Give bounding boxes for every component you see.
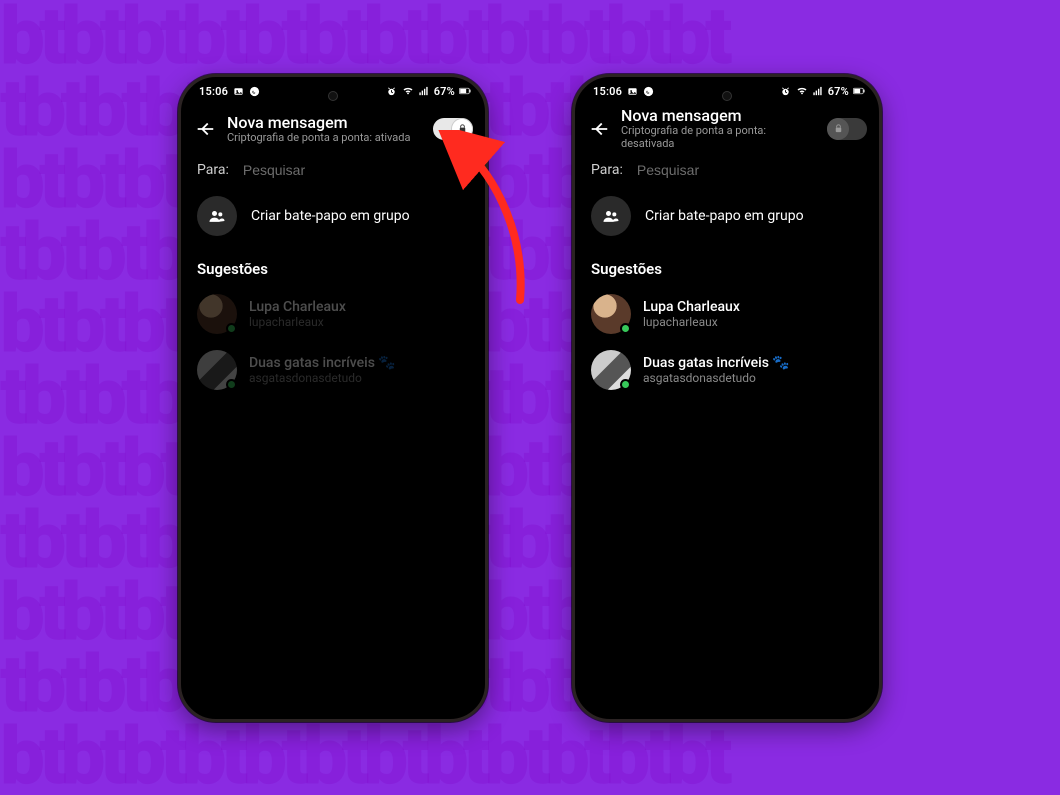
camera-notch bbox=[722, 91, 732, 101]
presence-dot bbox=[226, 323, 237, 334]
lock-icon bbox=[457, 123, 468, 134]
contact-handle: asgatasdonasdetudo bbox=[249, 371, 396, 385]
header: Nova mensagem Criptografia de ponta a po… bbox=[575, 102, 879, 152]
contact-handle: lupacharleaux bbox=[643, 315, 740, 329]
signal-icon bbox=[418, 85, 430, 97]
contact-name: Lupa Charleaux bbox=[249, 299, 346, 315]
wifi-icon bbox=[402, 85, 414, 97]
header: Nova mensagem Criptografia de ponta a po… bbox=[181, 102, 485, 152]
contact-name: Duas gatas incríveis 🐾 bbox=[643, 355, 790, 371]
presence-dot bbox=[620, 323, 631, 334]
encryption-toggle[interactable] bbox=[827, 118, 867, 140]
header-title-column: Nova mensagem Criptografia de ponta a po… bbox=[227, 113, 423, 145]
to-row: Para: bbox=[575, 152, 879, 186]
status-right: 67% bbox=[780, 85, 865, 98]
to-row: Para: bbox=[181, 152, 485, 186]
alarm-icon bbox=[386, 85, 398, 97]
phone-right: 15:06 67% bbox=[572, 74, 882, 722]
status-time: 15:06 bbox=[199, 85, 228, 98]
encryption-toggle[interactable] bbox=[433, 118, 473, 140]
lock-icon bbox=[833, 123, 844, 134]
create-group-row[interactable]: Criar bate-papo em grupo bbox=[575, 186, 879, 246]
group-icon-circle bbox=[197, 196, 237, 236]
page-subtitle: Criptografia de ponta a ponta: ativada bbox=[227, 132, 423, 145]
battery-icon bbox=[853, 85, 865, 97]
suggestions-list: Lupa Charleaux lupacharleaux Duas gatas … bbox=[181, 286, 485, 398]
contact-name: Duas gatas incríveis 🐾 bbox=[249, 355, 396, 371]
suggestions-list: Lupa Charleaux lupacharleaux Duas gatas … bbox=[575, 286, 879, 398]
back-button[interactable] bbox=[193, 117, 217, 141]
phone-left: 15:06 67% bbox=[178, 74, 488, 722]
avatar bbox=[591, 294, 631, 334]
camera-notch bbox=[328, 91, 338, 101]
page-title: Nova mensagem bbox=[621, 106, 817, 125]
image-icon bbox=[626, 85, 638, 97]
toggle-knob bbox=[827, 118, 849, 140]
group-icon-circle bbox=[591, 196, 631, 236]
battery-icon bbox=[459, 85, 471, 97]
suggestions-title: Sugestões bbox=[181, 246, 485, 286]
whatsapp-icon bbox=[248, 85, 260, 97]
status-left: 15:06 bbox=[199, 85, 260, 98]
alarm-icon bbox=[780, 85, 792, 97]
page-subtitle: Criptografia de ponta a ponta: desativad… bbox=[621, 125, 817, 150]
create-group-label: Criar bate-papo em grupo bbox=[645, 208, 804, 224]
group-icon bbox=[601, 206, 621, 226]
header-title-column: Nova mensagem Criptografia de ponta a po… bbox=[621, 106, 817, 150]
wifi-icon bbox=[796, 85, 808, 97]
contact-row[interactable]: Duas gatas incríveis 🐾 asgatasdonasdetud… bbox=[575, 342, 879, 398]
contact-handle: asgatasdonasdetudo bbox=[643, 371, 790, 385]
stage: 15:06 67% bbox=[0, 0, 1060, 795]
presence-dot bbox=[226, 379, 237, 390]
group-icon bbox=[207, 206, 227, 226]
toggle-knob bbox=[451, 118, 473, 140]
to-label: Para: bbox=[591, 162, 623, 178]
signal-icon bbox=[812, 85, 824, 97]
status-left: 15:06 bbox=[593, 85, 654, 98]
image-icon bbox=[232, 85, 244, 97]
search-input[interactable] bbox=[637, 162, 863, 178]
status-right: 67% bbox=[386, 85, 471, 98]
contact-row[interactable]: Lupa Charleaux lupacharleaux bbox=[575, 286, 879, 342]
contact-handle: lupacharleaux bbox=[249, 315, 346, 329]
whatsapp-icon bbox=[642, 85, 654, 97]
page-title: Nova mensagem bbox=[227, 113, 423, 132]
back-button[interactable] bbox=[587, 117, 611, 141]
presence-dot bbox=[620, 379, 631, 390]
avatar bbox=[197, 350, 237, 390]
contact-row[interactable]: Duas gatas incríveis 🐾 asgatasdonasdetud… bbox=[181, 342, 485, 398]
contact-name: Lupa Charleaux bbox=[643, 299, 740, 315]
avatar bbox=[591, 350, 631, 390]
create-group-row[interactable]: Criar bate-papo em grupo bbox=[181, 186, 485, 246]
create-group-label: Criar bate-papo em grupo bbox=[251, 208, 410, 224]
battery-percent: 67% bbox=[828, 85, 849, 98]
suggestions-title: Sugestões bbox=[575, 246, 879, 286]
status-time: 15:06 bbox=[593, 85, 622, 98]
contact-row[interactable]: Lupa Charleaux lupacharleaux bbox=[181, 286, 485, 342]
to-label: Para: bbox=[197, 162, 229, 178]
avatar bbox=[197, 294, 237, 334]
search-input[interactable] bbox=[243, 162, 469, 178]
battery-percent: 67% bbox=[434, 85, 455, 98]
